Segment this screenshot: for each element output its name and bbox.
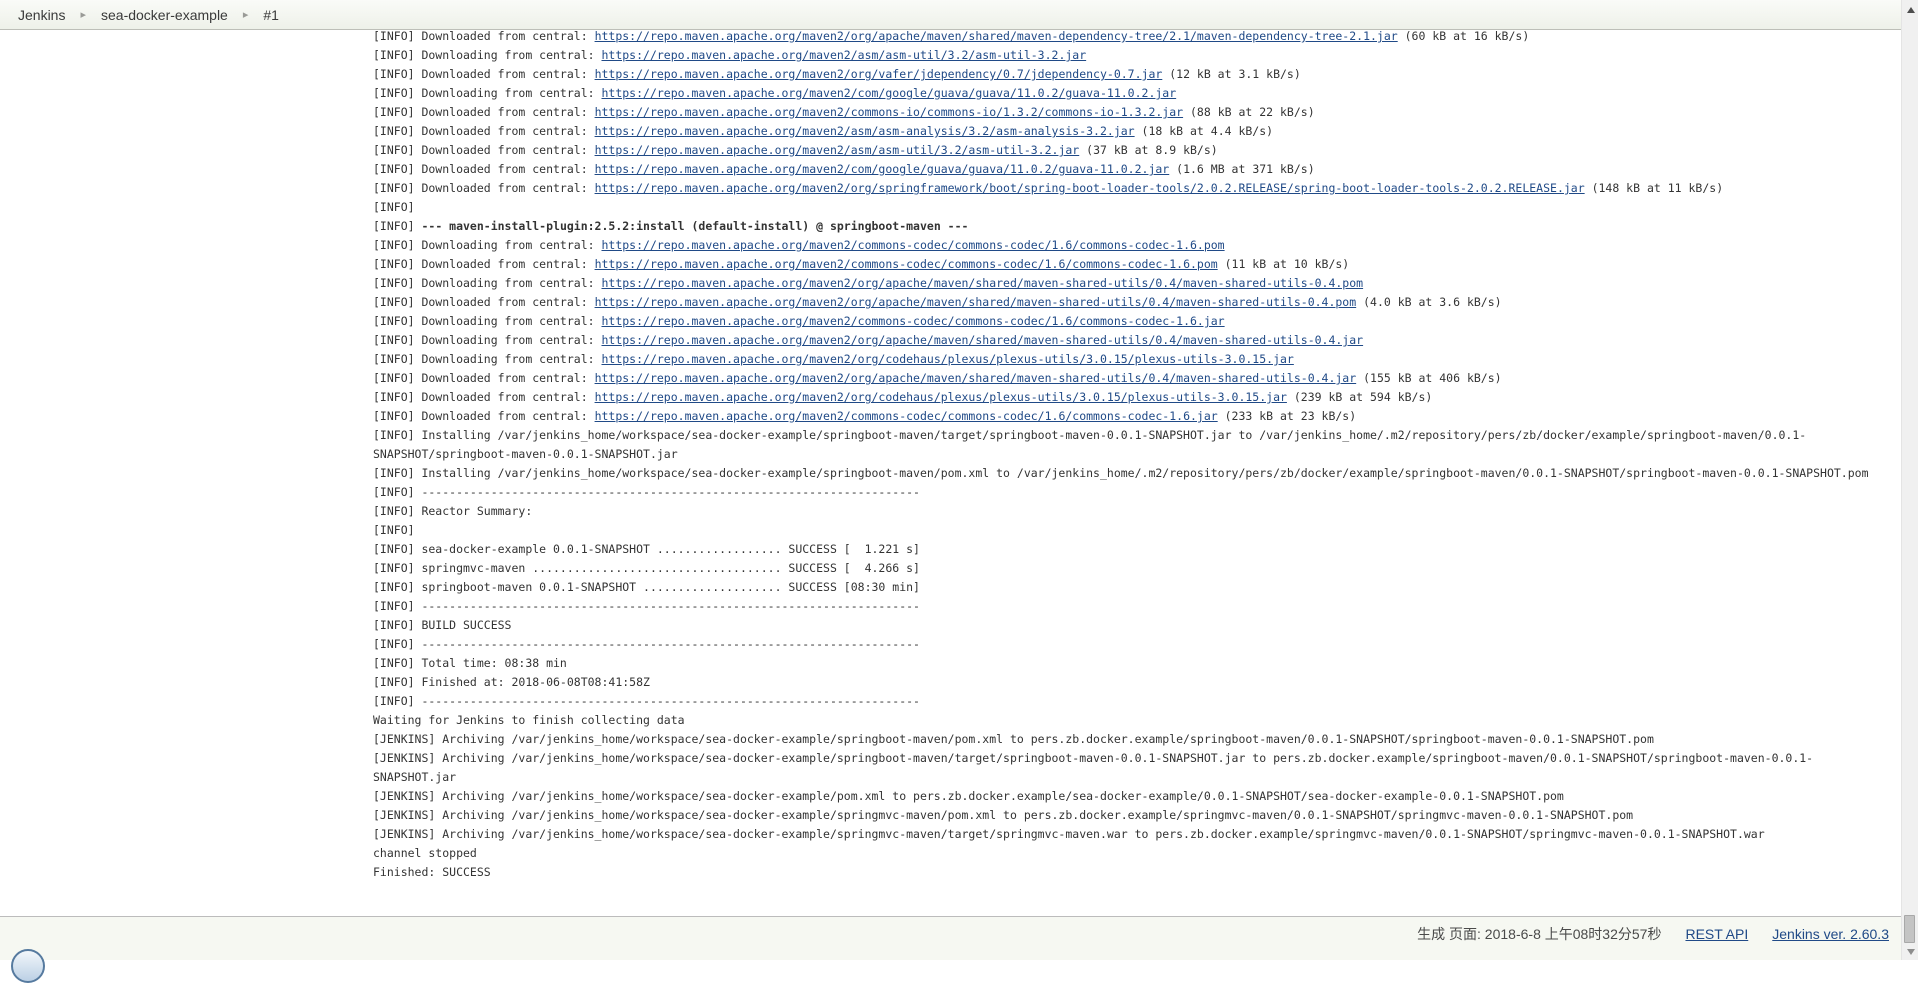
rest-api-link[interactable]: REST API bbox=[1685, 926, 1748, 942]
console-line: [INFO] Downloaded from central: https://… bbox=[373, 390, 1433, 404]
console-line: [INFO] Installing /var/jenkins_home/work… bbox=[373, 428, 1807, 461]
console-line: [JENKINS] Archiving /var/jenkins_home/wo… bbox=[373, 732, 1654, 746]
console-link[interactable]: https://repo.maven.apache.org/maven2/org… bbox=[595, 181, 1585, 195]
breadcrumb-item-jenkins[interactable]: Jenkins bbox=[18, 7, 65, 23]
console-line: [INFO] Downloaded from central: https://… bbox=[373, 162, 1315, 176]
console-line: [INFO] Downloading from central: https:/… bbox=[373, 86, 1177, 100]
scrollbar-thumb[interactable] bbox=[1904, 915, 1915, 943]
console-line: [INFO] Downloading from central: https:/… bbox=[373, 314, 1225, 328]
console-link[interactable]: https://repo.maven.apache.org/maven2/asm… bbox=[601, 48, 1086, 62]
console-link[interactable]: https://repo.maven.apache.org/maven2/org… bbox=[601, 352, 1293, 366]
console-line: [INFO] Downloaded from central: https://… bbox=[373, 257, 1350, 271]
console-link[interactable]: https://repo.maven.apache.org/maven2/org… bbox=[601, 276, 1363, 290]
console-link[interactable]: https://repo.maven.apache.org/maven2/org… bbox=[595, 390, 1287, 404]
vertical-scrollbar[interactable] bbox=[1901, 0, 1918, 960]
console-link[interactable]: https://repo.maven.apache.org/maven2/com… bbox=[601, 238, 1224, 252]
console-line: [INFO] Downloaded from central: https://… bbox=[373, 181, 1724, 195]
balloon-icon bbox=[11, 949, 45, 983]
console-line: [INFO] Downloading from central: https:/… bbox=[373, 276, 1364, 290]
console-line: [INFO] springmvc-maven .................… bbox=[373, 561, 920, 575]
console-line: [INFO] Downloading from central: https:/… bbox=[373, 238, 1225, 252]
console-line: Finished: SUCCESS bbox=[373, 865, 491, 879]
console-line: [JENKINS] Archiving /var/jenkins_home/wo… bbox=[373, 808, 1634, 822]
console-line: [INFO] Downloading from central: https:/… bbox=[373, 333, 1364, 347]
console-line: [INFO] Downloaded from central: https://… bbox=[373, 143, 1218, 157]
console-link[interactable]: https://repo.maven.apache.org/maven2/org… bbox=[601, 333, 1363, 347]
console-line: [INFO] Reactor Summary: bbox=[373, 504, 533, 518]
console-line: [JENKINS] Archiving /var/jenkins_home/wo… bbox=[373, 751, 1814, 784]
console-line: [INFO] Downloading from central: https:/… bbox=[373, 48, 1087, 62]
console-link[interactable]: https://repo.maven.apache.org/maven2/org… bbox=[595, 371, 1357, 385]
console-link[interactable]: https://repo.maven.apache.org/maven2/com… bbox=[595, 105, 1184, 119]
console-link[interactable]: https://repo.maven.apache.org/maven2/org… bbox=[595, 29, 1398, 43]
console-link[interactable]: https://repo.maven.apache.org/maven2/org… bbox=[595, 67, 1163, 81]
console-line: [INFO] Finished at: 2018-06-08T08:41:58Z bbox=[373, 675, 650, 689]
console-line: [INFO] springboot-maven 0.0.1-SNAPSHOT .… bbox=[373, 580, 920, 594]
console-link[interactable]: https://repo.maven.apache.org/maven2/com… bbox=[595, 257, 1218, 271]
console-line: [INFO] Downloaded from central: https://… bbox=[373, 105, 1315, 119]
console-line: [INFO] Downloading from central: https:/… bbox=[373, 352, 1294, 366]
breadcrumb-item-build[interactable]: #1 bbox=[263, 7, 279, 23]
jenkins-version-link[interactable]: Jenkins ver. 2.60.3 bbox=[1772, 926, 1889, 942]
console-link[interactable]: https://repo.maven.apache.org/maven2/com… bbox=[601, 314, 1224, 328]
console-line: [INFO] bbox=[373, 523, 415, 537]
chevron-right-icon: ▸ bbox=[80, 9, 86, 21]
console-link[interactable]: https://repo.maven.apache.org/maven2/com… bbox=[601, 86, 1176, 100]
console-line: [JENKINS] Archiving /var/jenkins_home/wo… bbox=[373, 827, 1765, 841]
console-line: [INFO] Installing /var/jenkins_home/work… bbox=[373, 466, 1869, 480]
console-output: [INFO] Downloaded from central: https://… bbox=[373, 27, 1891, 882]
chevron-right-icon: ▸ bbox=[242, 9, 249, 21]
breadcrumb: Jenkins ▸ sea-docker-example ▸ #1 bbox=[0, 0, 1901, 30]
console-line: [INFO] ---------------------------------… bbox=[373, 694, 920, 708]
console-line: Waiting for Jenkins to finish collecting… bbox=[373, 713, 685, 727]
console-line: [INFO] ---------------------------------… bbox=[373, 637, 920, 651]
console-line: [INFO] Downloaded from central: https://… bbox=[373, 67, 1301, 81]
console-line: [INFO] bbox=[373, 200, 415, 214]
page-generated-text: 生成 页面: 2018-6-8 上午08时32分57秒 bbox=[1417, 926, 1662, 942]
footer: 生成 页面: 2018-6-8 上午08时32分57秒 REST API Jen… bbox=[0, 916, 1901, 983]
scroll-down-button[interactable] bbox=[1902, 944, 1918, 960]
console-line: [INFO] Downloaded from central: https://… bbox=[373, 29, 1530, 43]
console-line: [INFO] ---------------------------------… bbox=[373, 599, 920, 613]
breadcrumb-item-job[interactable]: sea-docker-example bbox=[101, 7, 228, 23]
console-line: [INFO] sea-docker-example 0.0.1-SNAPSHOT… bbox=[373, 542, 920, 556]
console-line: channel stopped bbox=[373, 846, 477, 860]
console-link[interactable]: https://repo.maven.apache.org/maven2/asm… bbox=[595, 143, 1080, 157]
console-line: [INFO] Downloaded from central: https://… bbox=[373, 295, 1502, 309]
console-line: [INFO] BUILD SUCCESS bbox=[373, 618, 512, 632]
arrow-down-icon bbox=[1906, 949, 1915, 955]
console-line: [INFO] --- maven-install-plugin:2.5.2:in… bbox=[373, 219, 969, 233]
console-link[interactable]: https://repo.maven.apache.org/maven2/org… bbox=[595, 295, 1357, 309]
console-link[interactable]: https://repo.maven.apache.org/maven2/com… bbox=[595, 162, 1170, 176]
console-line: [INFO] Downloaded from central: https://… bbox=[373, 409, 1357, 423]
console-line: [JENKINS] Archiving /var/jenkins_home/wo… bbox=[373, 789, 1564, 803]
console-link[interactable]: https://repo.maven.apache.org/maven2/asm… bbox=[595, 124, 1135, 138]
arrow-up-icon bbox=[1906, 7, 1915, 13]
console-line: [INFO] ---------------------------------… bbox=[373, 485, 920, 499]
console-line: [INFO] Total time: 08:38 min bbox=[373, 656, 567, 670]
console-link[interactable]: https://repo.maven.apache.org/maven2/com… bbox=[595, 409, 1218, 423]
scroll-up-button[interactable] bbox=[1902, 2, 1918, 18]
console-line: [INFO] Downloaded from central: https://… bbox=[373, 124, 1274, 138]
console-line: [INFO] Downloaded from central: https://… bbox=[373, 371, 1502, 385]
